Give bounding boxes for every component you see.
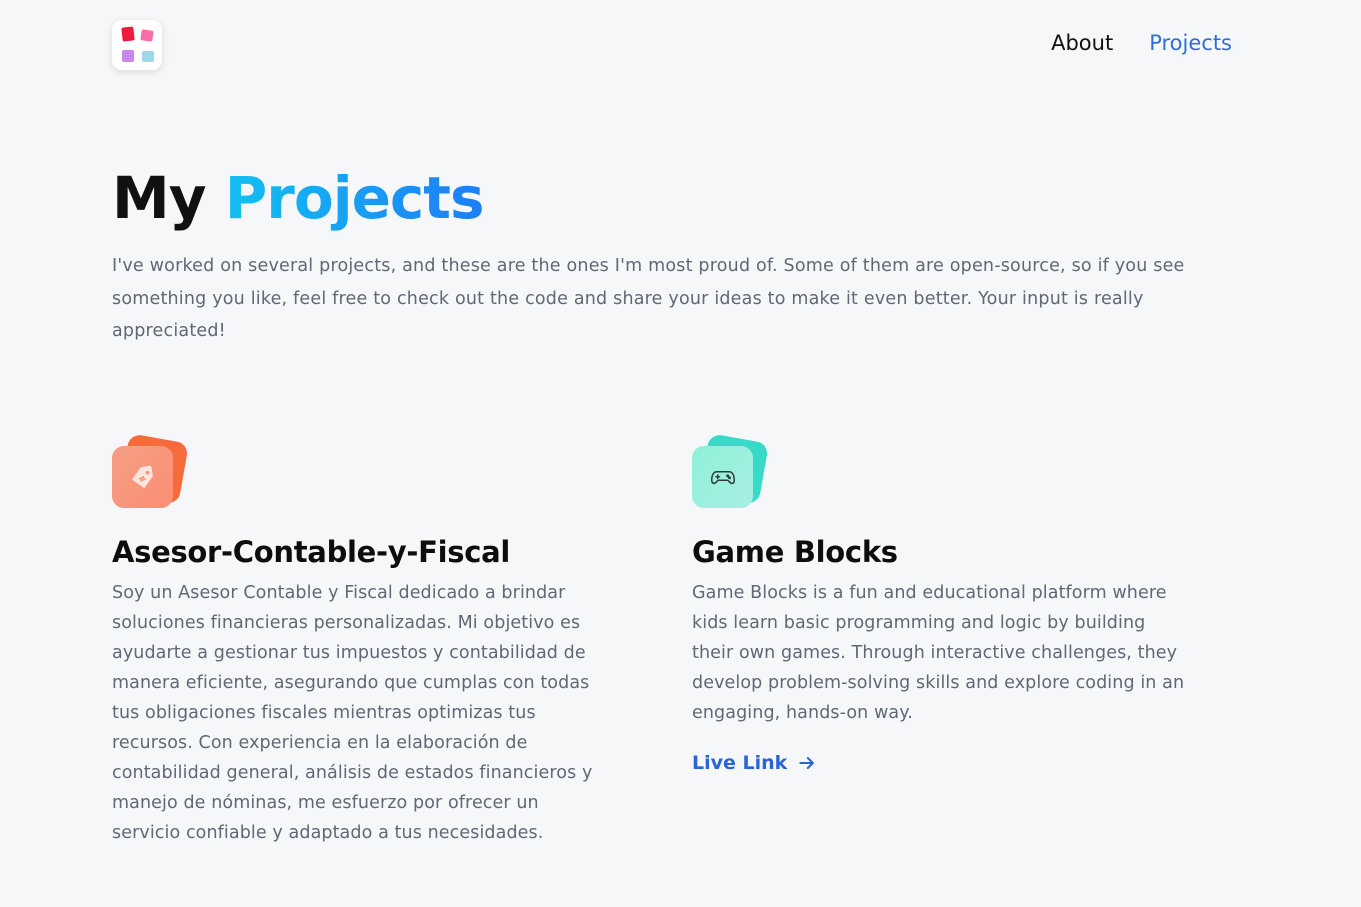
site-header: About Projects <box>112 20 1232 72</box>
project-description: Game Blocks is a fun and educational pla… <box>692 583 1185 723</box>
project-title: Game Blocks <box>692 535 898 569</box>
nav-link-about[interactable]: About <box>1051 31 1113 55</box>
logo-red-square <box>121 26 135 42</box>
logo-violet-square <box>122 50 134 62</box>
project-card: Game Blocks Game Blocks is a fun and edu… <box>692 432 1212 774</box>
project-card: Asesor-Contable-y-Fiscal Soy un Asesor C… <box>112 432 632 848</box>
logo-cyan-square <box>142 51 154 62</box>
page-intro-text: I've worked on several projects, and the… <box>112 256 1185 341</box>
live-link-label: Live Link <box>692 752 788 774</box>
logo-pink-square <box>140 29 154 42</box>
nav-link-projects[interactable]: Projects <box>1149 31 1232 55</box>
page: About Projects My Projects I've worked o… <box>0 0 1361 907</box>
page-title-accent: Projects <box>224 164 485 232</box>
gamepad-icon <box>692 446 753 508</box>
project-icon-badge <box>112 432 192 512</box>
project-description: Soy un Asesor Contable y Fiscal dedicado… <box>112 583 593 843</box>
page-title-plain: My <box>112 164 207 232</box>
price-tag-icon <box>112 446 173 508</box>
main-nav: About Projects <box>1051 31 1232 55</box>
app-grid-logo-icon[interactable] <box>112 20 162 70</box>
project-icon-badge <box>692 432 772 512</box>
page-title: My Projects <box>112 158 485 238</box>
live-link[interactable]: Live Link <box>692 752 817 774</box>
project-title: Asesor-Contable-y-Fiscal <box>112 535 511 569</box>
arrow-right-icon <box>799 757 815 769</box>
